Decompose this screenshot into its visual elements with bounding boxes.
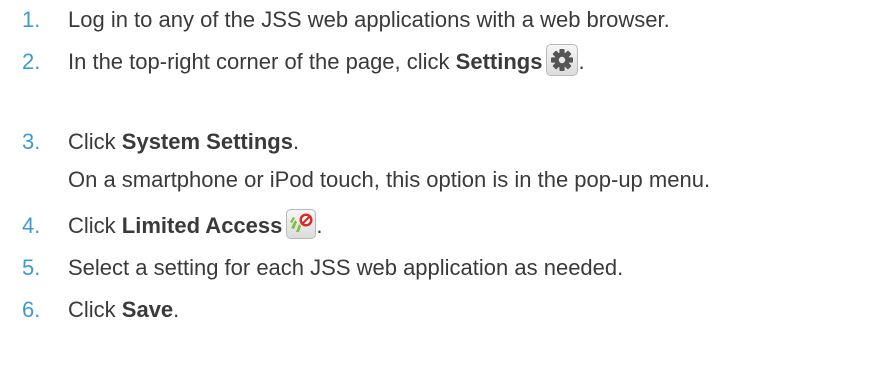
step-number: 4. <box>22 213 41 238</box>
step-2: 2. In the top-right corner of the page, … <box>0 42 880 82</box>
step-text: In the top-right corner of the page, cli… <box>68 42 585 82</box>
step-text-before: Click <box>68 297 122 322</box>
step-text: Click System Settings. <box>68 122 299 162</box>
step-text-before: In the top-right corner of the page, cli… <box>68 49 456 74</box>
step-text-after: . <box>173 297 180 322</box>
step-text: Log in to any of the JSS web application… <box>68 7 670 32</box>
limited-access-label: Limited Access <box>121 213 283 238</box>
step-text-after: . <box>292 129 300 154</box>
step-3-note: On a smartphone or iPod touch, this opti… <box>68 167 711 192</box>
limited-access-icon <box>286 209 317 240</box>
step-number: 1. <box>22 7 41 32</box>
step-text: Click Limited Access . <box>68 206 323 246</box>
step-text: Click Save. <box>68 290 179 330</box>
settings-label: Settings <box>455 49 543 74</box>
step-text-before: Click <box>68 213 122 238</box>
step-text-after: . <box>316 213 323 238</box>
step-number: 6. <box>22 297 41 322</box>
step-1: 1. Log in to any of the JSS web applicat… <box>0 0 880 40</box>
step-5: 5. Select a setting for each JSS web app… <box>0 248 880 288</box>
system-settings-label: System Settings <box>121 129 293 154</box>
step-number: 3. <box>22 129 41 154</box>
step-4: 4. Click Limited Access . <box>0 206 880 246</box>
save-label: Save <box>121 297 174 322</box>
step-number: 2. <box>22 49 41 74</box>
step-text: Select a setting for each JSS web applic… <box>68 255 624 280</box>
step-6: 6. Click Save. <box>0 290 880 330</box>
step-number: 5. <box>22 255 41 280</box>
step-text-after: . <box>578 49 585 74</box>
gear-icon <box>546 44 579 77</box>
step-text-before: Click <box>68 129 122 154</box>
step-3: 3. Click System Settings. <box>0 122 880 162</box>
